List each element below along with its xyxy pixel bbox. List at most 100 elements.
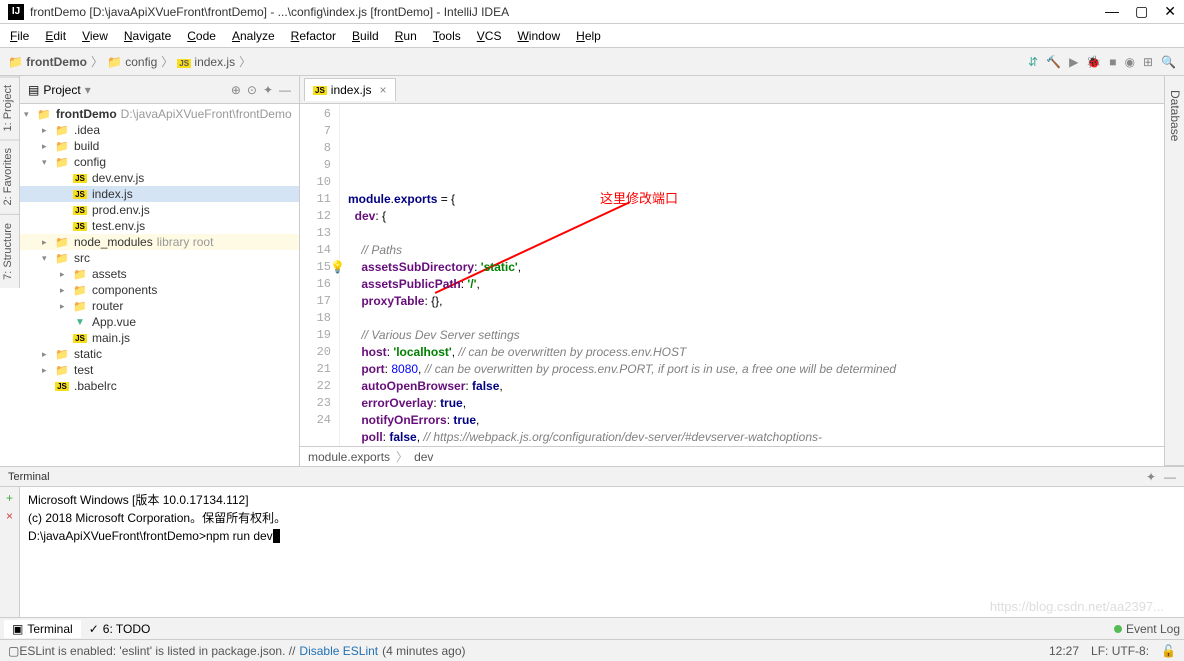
js-icon: JS — [72, 174, 88, 183]
menu-edit[interactable]: Edit — [39, 27, 72, 45]
menu-vcs[interactable]: VCS — [471, 27, 508, 45]
bottom-tab[interactable]: ▣Terminal — [4, 620, 81, 638]
tree-item[interactable]: JS .babelrc — [20, 378, 299, 394]
new-terminal-icon[interactable]: + — [6, 491, 13, 505]
menu-view[interactable]: View — [76, 27, 114, 45]
run-icon[interactable]: ▶ — [1069, 55, 1078, 69]
breadcrumb[interactable]: 📁 frontDemo〉📁 config〉JS index.js〉 — [8, 53, 1028, 70]
tree-root[interactable]: ▾ frontDemo D:\javaApiXVueFront\frontDem… — [20, 106, 299, 122]
breadcrumb-item[interactable]: 📁 config — [107, 55, 157, 69]
project-tree[interactable]: ▾ frontDemo D:\javaApiXVueFront\frontDem… — [20, 104, 299, 466]
menu-bar: FileEditViewNavigateCodeAnalyzeRefactorB… — [0, 24, 1184, 48]
tab-label: Terminal — [27, 622, 72, 636]
tree-item[interactable]: JS dev.env.js — [20, 170, 299, 186]
folder-icon — [54, 252, 70, 265]
terminal-gear-icon[interactable]: ✦ — [1146, 470, 1156, 484]
terminal-content[interactable]: Microsoft Windows [版本 10.0.17134.112](c)… — [20, 487, 1184, 617]
tree-item[interactable]: App.vue — [20, 314, 299, 330]
profile-icon[interactable]: ◉ — [1125, 55, 1135, 69]
tree-label: src — [74, 251, 90, 265]
tree-item[interactable]: JSmain.js — [20, 330, 299, 346]
menu-help[interactable]: Help — [570, 27, 607, 45]
tree-label: .babelrc — [74, 379, 117, 393]
menu-file[interactable]: File — [4, 27, 35, 45]
project-panel: ▤ Project ▾ ⊕ ⊙ ✦ — ▾ frontDemo D:\javaA… — [20, 76, 300, 466]
menu-refactor[interactable]: Refactor — [285, 27, 342, 45]
minimize-button[interactable]: — — [1105, 3, 1119, 20]
tree-item[interactable]: JSprod.env.js — [20, 202, 299, 218]
code-breadcrumb-item[interactable]: dev — [414, 450, 433, 464]
hide-icon[interactable]: — — [279, 83, 291, 97]
code-area[interactable]: 这里修改端口 module.exports = { dev: { // Path… — [340, 104, 1164, 446]
tree-label: components — [92, 283, 157, 297]
menu-run[interactable]: Run — [389, 27, 423, 45]
target-icon[interactable]: ⊙ — [247, 83, 257, 97]
menu-analyze[interactable]: Analyze — [226, 27, 281, 45]
status-lock-icon[interactable]: 🔓 — [1161, 644, 1176, 658]
event-log[interactable]: Event Log — [1114, 622, 1180, 636]
tree-item[interactable]: ▸assets — [20, 266, 299, 282]
tree-item[interactable]: ▸router — [20, 298, 299, 314]
menu-build[interactable]: Build — [346, 27, 385, 45]
tree-label: assets — [92, 267, 127, 281]
dropdown-icon[interactable]: ▾ — [85, 83, 91, 97]
tab-icon: ✓ — [89, 622, 99, 636]
code-breadcrumb[interactable]: module.exports〉dev — [300, 446, 1164, 466]
vertical-tab[interactable]: Database — [1166, 84, 1184, 466]
folder-icon — [54, 124, 70, 137]
tree-label: node_modules — [74, 235, 153, 249]
debug-icon[interactable]: 🐞 — [1086, 55, 1101, 69]
status-encoding: LF: UTF-8: — [1091, 644, 1149, 658]
tree-item[interactable]: ▸components — [20, 282, 299, 298]
tree-item[interactable]: ▸static — [20, 346, 299, 362]
editor-tab[interactable]: JS index.js × — [304, 78, 396, 101]
search-icon[interactable]: 🔍 — [1161, 55, 1176, 69]
breadcrumb-item[interactable]: JS index.js — [177, 55, 235, 69]
close-tab-icon[interactable]: × — [379, 83, 386, 97]
editor-content[interactable]: 6789101112131415161718192021222324 这里修改端… — [300, 104, 1164, 446]
close-button[interactable]: ✕ — [1164, 3, 1176, 20]
sync-icon[interactable]: ⇵ — [1028, 55, 1038, 69]
breadcrumb-item[interactable]: 📁 frontDemo — [8, 55, 87, 69]
tree-label: .idea — [74, 123, 100, 137]
close-terminal-icon[interactable]: × — [6, 509, 13, 523]
tree-item[interactable]: ▸node_moduleslibrary root — [20, 234, 299, 250]
menu-window[interactable]: Window — [511, 27, 566, 45]
title-bar: IJ frontDemo [D:\javaApiXVueFront\frontD… — [0, 0, 1184, 24]
gear-icon[interactable]: ✦ — [263, 83, 273, 97]
terminal-header: Terminal ✦ — — [0, 467, 1184, 487]
status-icon[interactable]: ▢ — [8, 644, 19, 658]
tree-item[interactable]: JSindex.js — [20, 186, 299, 202]
tree-item[interactable]: ▾src — [20, 250, 299, 266]
code-breadcrumb-item[interactable]: module.exports — [308, 450, 390, 464]
window-title: frontDemo [D:\javaApiXVueFront\frontDemo… — [30, 5, 1105, 19]
vertical-tab[interactable]: 2: Favorites — [0, 139, 19, 213]
project-header: ▤ Project ▾ ⊕ ⊙ ✦ — — [20, 76, 299, 104]
menu-navigate[interactable]: Navigate — [118, 27, 177, 45]
collapse-icon[interactable]: ⊕ — [231, 83, 241, 97]
maximize-button[interactable]: ▢ — [1135, 3, 1148, 20]
menu-tools[interactable]: Tools — [427, 27, 467, 45]
tree-item[interactable]: ▸build — [20, 138, 299, 154]
status-link[interactable]: Disable ESLint — [299, 644, 378, 658]
vertical-tab[interactable]: 7: Structure — [0, 214, 19, 288]
js-icon: JS — [54, 382, 70, 391]
tree-label: router — [92, 299, 123, 313]
tree-item[interactable]: ▸.idea — [20, 122, 299, 138]
build-icon[interactable]: 🔨 — [1046, 55, 1061, 69]
folder-icon — [54, 236, 70, 249]
tree-item[interactable]: ▸test — [20, 362, 299, 378]
terminal-hide-icon[interactable]: — — [1164, 470, 1176, 484]
tree-item[interactable]: ▾config — [20, 154, 299, 170]
tree-label: config — [74, 155, 106, 169]
tree-label: dev.env.js — [92, 171, 144, 185]
bottom-tab[interactable]: ✓6: TODO — [81, 620, 159, 638]
tree-item[interactable]: JStest.env.js — [20, 218, 299, 234]
settings-icon[interactable]: ⊞ — [1143, 55, 1153, 69]
stop-icon[interactable]: ■ — [1109, 55, 1116, 69]
vertical-tab[interactable]: 1: Project — [0, 76, 19, 139]
folder-icon — [54, 140, 70, 153]
editor-tabs: JS index.js × — [300, 76, 1164, 104]
js-icon: JS — [72, 222, 88, 231]
menu-code[interactable]: Code — [181, 27, 222, 45]
